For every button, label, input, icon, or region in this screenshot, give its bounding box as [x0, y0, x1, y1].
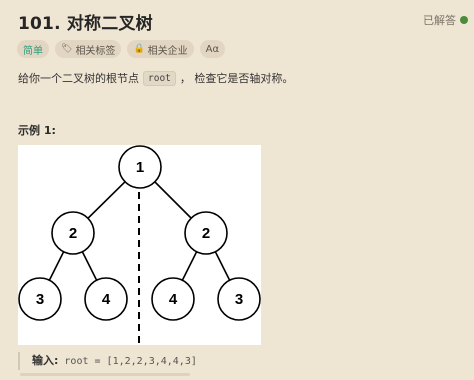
difficulty-badge: 简单: [17, 40, 49, 58]
related-companies-button[interactable]: 🔒 相关企业: [127, 40, 194, 58]
difficulty-label: 简单: [23, 45, 43, 57]
description-text-after: ， 检查它是否轴对称。: [179, 72, 294, 85]
solved-status: 已解答: [423, 12, 468, 28]
node-label: 2: [202, 225, 210, 242]
node-label: 1: [136, 159, 144, 176]
problem-description: 给你一个二叉树的根节点 root ， 检查它是否轴对称。: [18, 70, 293, 86]
tag-icon: 🏷: [61, 44, 73, 54]
root-code: root: [143, 70, 176, 86]
solved-label: 已解答: [423, 14, 456, 27]
symmetric-tree-diagram: 1 2 2 3 4 4 3: [18, 145, 261, 345]
node-label: 2: [69, 225, 77, 242]
node-label: 4: [169, 291, 178, 308]
example-title: 示例 1:: [18, 124, 56, 137]
node-label: 3: [36, 291, 44, 308]
node-label: 3: [235, 291, 243, 308]
horizontal-scrollbar[interactable]: [20, 373, 190, 376]
font-size-button[interactable]: Aα: [199, 40, 226, 58]
input-label: 输入:: [32, 354, 59, 367]
lock-icon: 🔒: [133, 44, 145, 54]
related-tags-button[interactable]: 🏷 相关标签: [55, 40, 122, 58]
related-companies-label: 相关企业: [147, 45, 188, 57]
description-text-before: 给你一个二叉树的根节点: [18, 72, 139, 85]
solved-dot-icon: [460, 16, 468, 24]
example-input: 输入: root = [1,2,2,3,4,4,3]: [18, 352, 197, 370]
related-tags-label: 相关标签: [75, 45, 116, 57]
problem-title: 101. 对称二叉树: [18, 14, 153, 34]
tag-bar: 简单 🏷 相关标签 🔒 相关企业 Aα: [17, 40, 226, 58]
font-size-label: Aα: [205, 43, 220, 55]
node-label: 4: [102, 291, 111, 308]
input-value: root = [1,2,2,3,4,4,3]: [64, 356, 197, 367]
tree-figure: 1 2 2 3 4 4 3: [18, 145, 261, 345]
